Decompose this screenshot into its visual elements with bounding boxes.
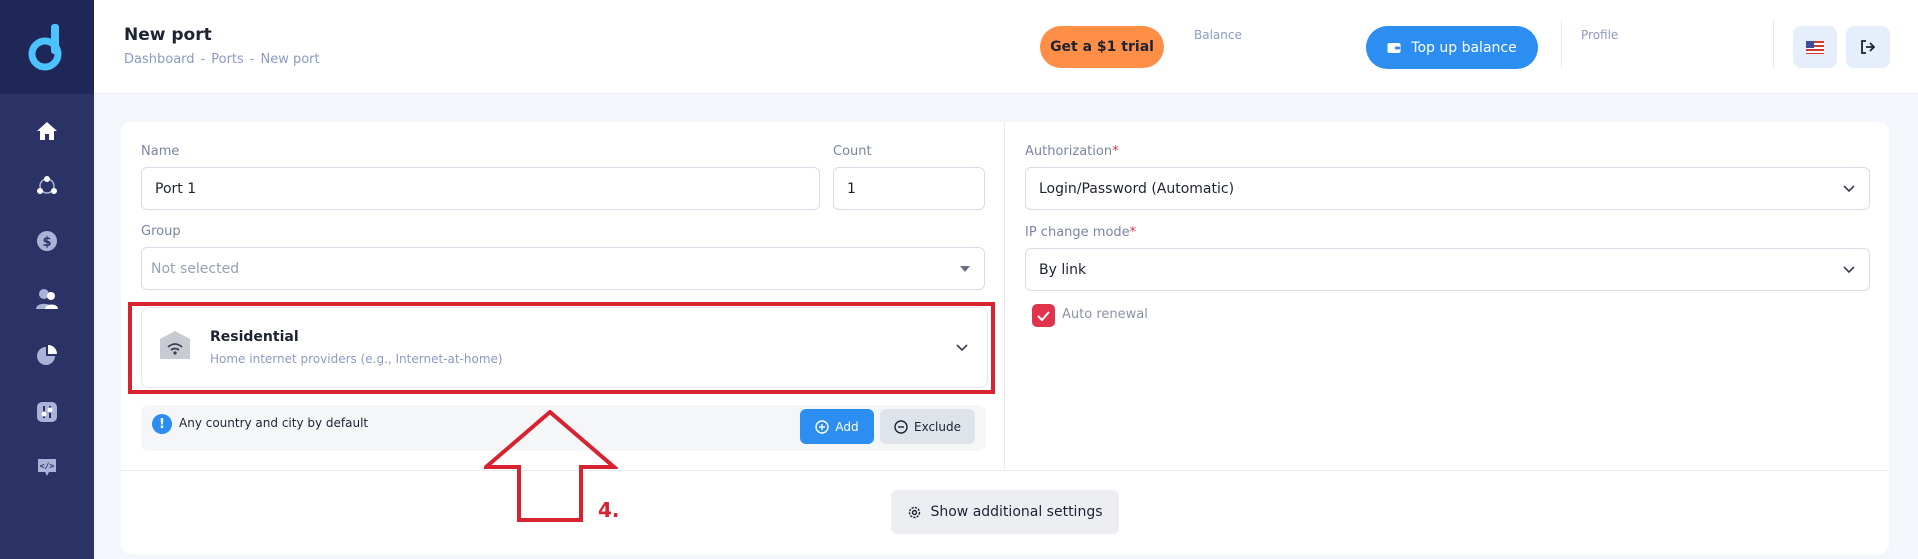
ip-mode-select[interactable]: By link bbox=[1025, 248, 1870, 291]
nav-users[interactable] bbox=[0, 288, 94, 310]
breadcrumb-ports[interactable]: Ports bbox=[211, 52, 244, 67]
chevron-down-icon bbox=[1843, 184, 1855, 192]
header: New port Dashboard - Ports - New port bbox=[94, 0, 1918, 94]
authorization-label: Authorization* bbox=[1025, 144, 1119, 159]
logout-icon bbox=[1861, 40, 1876, 54]
count-label: Count bbox=[833, 144, 872, 159]
sidebar: $ </> bbox=[0, 0, 94, 559]
name-input[interactable]: Port 1 bbox=[141, 167, 820, 210]
trial-button[interactable]: Get a $1 trial bbox=[1040, 26, 1164, 68]
check-icon bbox=[1037, 310, 1050, 321]
svg-text:</>: </> bbox=[40, 462, 55, 471]
minus-circle-icon bbox=[894, 419, 908, 434]
code-icon: </> bbox=[38, 459, 56, 476]
logo-icon bbox=[28, 24, 62, 71]
plus-circle-icon bbox=[815, 419, 830, 434]
svg-text:$: $ bbox=[42, 235, 51, 250]
breadcrumb: Dashboard - Ports - New port bbox=[124, 52, 320, 67]
authorization-value: Login/Password (Automatic) bbox=[1039, 180, 1235, 197]
location-info-text: Any country and city by default bbox=[179, 416, 369, 430]
home-icon bbox=[37, 122, 57, 140]
logo[interactable] bbox=[0, 0, 94, 94]
additional-settings-label: Show additional settings bbox=[930, 504, 1103, 520]
group-label: Group bbox=[141, 224, 181, 239]
ip-mode-value: By link bbox=[1039, 261, 1087, 278]
count-input[interactable]: 1 bbox=[833, 167, 985, 210]
name-label: Name bbox=[141, 144, 180, 159]
add-label: Add bbox=[835, 419, 859, 434]
exclude-location-button[interactable]: Exclude bbox=[880, 409, 975, 444]
us-flag-icon bbox=[1806, 40, 1824, 54]
gear-icon bbox=[909, 506, 921, 518]
breadcrumb-dashboard[interactable]: Dashboard bbox=[124, 52, 195, 67]
language-button[interactable] bbox=[1793, 26, 1837, 68]
row-divider bbox=[121, 470, 1889, 471]
add-location-button[interactable]: Add bbox=[800, 409, 874, 444]
divider bbox=[1561, 20, 1562, 68]
nav-billing[interactable]: $ bbox=[0, 230, 94, 252]
nav-api[interactable]: </> bbox=[0, 456, 94, 478]
chevron-down-icon bbox=[1843, 265, 1855, 273]
divider bbox=[1773, 20, 1774, 68]
page-title: New port bbox=[124, 25, 212, 45]
caret-down-icon bbox=[960, 265, 970, 272]
authorization-select[interactable]: Login/Password (Automatic) bbox=[1025, 167, 1870, 210]
top-up-label: Top up balance bbox=[1411, 39, 1517, 56]
exclude-label: Exclude bbox=[913, 419, 961, 434]
sliders-icon bbox=[37, 402, 57, 422]
step-label: 4. bbox=[598, 498, 620, 522]
network-icon bbox=[37, 176, 57, 194]
nav-settings[interactable] bbox=[0, 401, 94, 423]
auto-renewal-checkbox[interactable] bbox=[1032, 304, 1055, 327]
nav-network[interactable] bbox=[0, 175, 94, 197]
ip-mode-label: IP change mode* bbox=[1025, 225, 1137, 240]
highlight-box bbox=[128, 302, 995, 394]
nav-home[interactable] bbox=[0, 121, 94, 141]
dollar-icon: $ bbox=[37, 231, 57, 251]
profile-label[interactable]: Profile bbox=[1581, 28, 1618, 42]
logout-button[interactable] bbox=[1846, 26, 1890, 68]
users-icon bbox=[36, 289, 58, 309]
column-divider bbox=[1004, 122, 1005, 470]
top-up-balance-button[interactable]: Top up balance bbox=[1366, 26, 1538, 69]
wallet-icon bbox=[1387, 42, 1401, 53]
balance-label: Balance bbox=[1194, 28, 1242, 42]
breadcrumb-new-port: New port bbox=[260, 52, 320, 67]
pie-chart-icon bbox=[37, 345, 57, 365]
group-select[interactable]: Not selected bbox=[141, 247, 985, 290]
nav-statistics[interactable] bbox=[0, 344, 94, 366]
info-icon: ! bbox=[152, 414, 172, 434]
group-placeholder: Not selected bbox=[151, 260, 240, 277]
show-additional-settings-button[interactable]: Show additional settings bbox=[891, 490, 1119, 534]
auto-renewal-label[interactable]: Auto renewal bbox=[1062, 307, 1148, 322]
